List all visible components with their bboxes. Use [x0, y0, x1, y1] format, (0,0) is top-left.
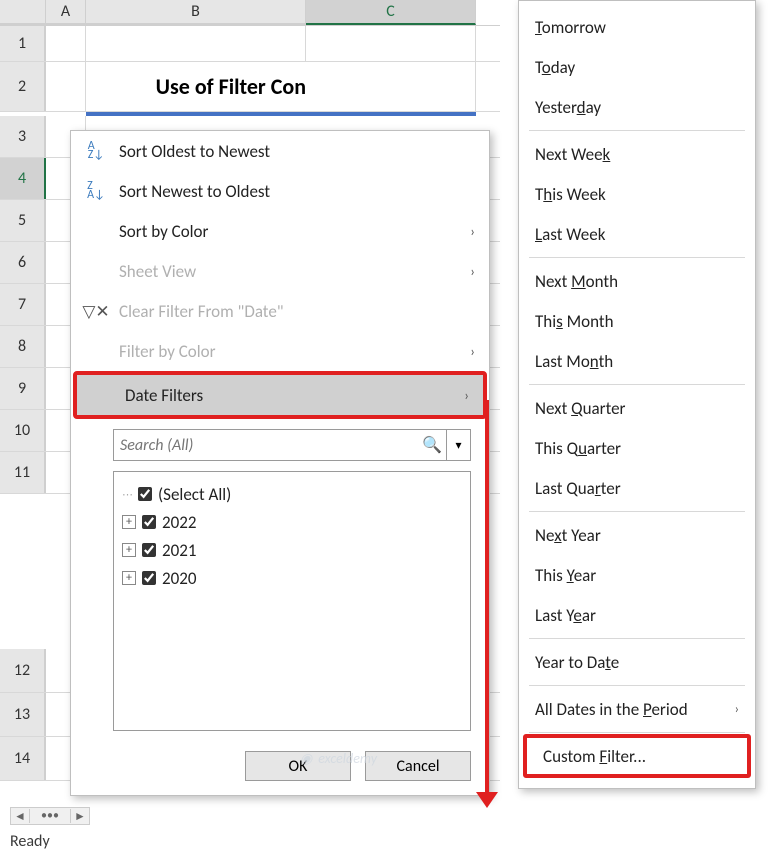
row-header-8[interactable]: 8	[0, 326, 46, 367]
checkbox-2022[interactable]	[142, 515, 156, 529]
row-header-7[interactable]: 7	[0, 284, 46, 325]
page-title: Use of Filter Con	[86, 62, 306, 111]
column-header-b[interactable]: B	[86, 0, 306, 25]
filter-this-quarter[interactable]: This Quarter	[519, 428, 755, 468]
filter-last-month[interactable]: Last Month	[519, 341, 755, 381]
sort-desc-icon: ZA↓	[85, 182, 107, 200]
annotation-arrow	[485, 400, 489, 798]
filter-today[interactable]: Today	[519, 47, 755, 87]
row-header-3[interactable]: 3	[0, 116, 46, 157]
funnel-clear-icon: ▽✕	[85, 301, 107, 322]
filter-this-month[interactable]: This Month	[519, 301, 755, 341]
filter-year-to-date[interactable]: Year to Date	[519, 642, 755, 682]
filter-next-week[interactable]: Next Week	[519, 134, 755, 174]
search-input[interactable]	[114, 436, 418, 455]
row-header-12[interactable]: 12	[0, 649, 46, 692]
checkbox-2021[interactable]	[142, 543, 156, 557]
row-header-10[interactable]: 10	[0, 410, 46, 451]
row-header-2[interactable]: 2	[0, 62, 46, 111]
filter-tomorrow[interactable]: Tomorrow	[519, 7, 755, 47]
filter-search[interactable]: 🔍 ▾	[113, 429, 471, 461]
expand-icon[interactable]: +	[122, 543, 136, 557]
search-icon: 🔍	[418, 435, 446, 455]
filter-last-week[interactable]: Last Week	[519, 214, 755, 254]
sort-by-color[interactable]: Sort by Color ›	[71, 211, 489, 251]
expand-icon[interactable]: +	[122, 571, 136, 585]
status-ready: Ready	[10, 832, 50, 851]
sheet-view: Sheet View ›	[71, 251, 489, 291]
filter-next-month[interactable]: Next Month	[519, 261, 755, 301]
row-header-6[interactable]: 6	[0, 242, 46, 283]
checkbox-select-all[interactable]	[138, 487, 152, 501]
filter-next-year[interactable]: Next Year	[519, 515, 755, 555]
sort-newest-oldest[interactable]: ZA↓ Sort Newest to Oldest	[71, 171, 489, 211]
sort-oldest-newest[interactable]: AZ↓ Sort Oldest to Newest	[71, 131, 489, 171]
filter-next-quarter[interactable]: Next Quarter	[519, 388, 755, 428]
clear-filter: ▽✕ Clear Filter From "Date"	[71, 291, 489, 331]
column-header-a[interactable]: A	[46, 0, 86, 25]
column-header-c[interactable]: C	[306, 0, 476, 25]
annotation-arrowhead	[476, 792, 498, 808]
tree-year-2020[interactable]: +2020	[122, 564, 462, 592]
tree-year-2022[interactable]: +2022	[122, 508, 462, 536]
date-filters-submenu: Tomorrow Today Yesterday Next Week This …	[518, 0, 756, 789]
row-header-14[interactable]: 14	[0, 737, 46, 780]
checkbox-2020[interactable]	[142, 571, 156, 585]
filter-all-dates-period[interactable]: All Dates in the Period›	[519, 689, 755, 729]
expand-icon[interactable]: +	[122, 515, 136, 529]
filter-last-year[interactable]: Last Year	[519, 595, 755, 635]
chevron-right-icon: ›	[464, 387, 469, 404]
row-header-11[interactable]: 11	[0, 452, 46, 493]
chevron-right-icon: ›	[735, 702, 739, 717]
chevron-right-icon: ›	[470, 223, 475, 240]
watermark: ◉ exceldemy	[300, 750, 377, 767]
filter-this-week[interactable]: This Week	[519, 174, 755, 214]
row-header-9[interactable]: 9	[0, 368, 46, 409]
row-header-13[interactable]: 13	[0, 693, 46, 736]
row-header-4[interactable]: 4	[0, 158, 46, 199]
sort-asc-icon: AZ↓	[85, 142, 107, 160]
filter-values-tree[interactable]: ⋯(Select All) +2022 +2021 +2020	[113, 471, 471, 731]
filter-last-quarter[interactable]: Last Quarter	[519, 468, 755, 508]
row-header-1[interactable]: 1	[0, 26, 46, 61]
search-dropdown-icon[interactable]: ▾	[446, 430, 470, 460]
filter-yesterday[interactable]: Yesterday	[519, 87, 755, 127]
filter-this-year[interactable]: This Year	[519, 555, 755, 595]
cancel-button[interactable]: Cancel	[365, 751, 471, 781]
tree-select-all[interactable]: ⋯(Select All)	[122, 480, 462, 508]
date-filters[interactable]: Date Filters ›	[77, 375, 483, 415]
filter-custom[interactable]: Custom Filter...	[523, 734, 751, 778]
filter-by-color: Filter by Color ›	[71, 331, 489, 371]
row-header-5[interactable]: 5	[0, 200, 46, 241]
select-all-corner[interactable]	[0, 0, 46, 25]
tree-year-2021[interactable]: +2021	[122, 536, 462, 564]
filter-dropdown: AZ↓ Sort Oldest to Newest ZA↓ Sort Newes…	[70, 130, 490, 796]
sheet-scroll-buttons[interactable]: ◄•••►	[10, 807, 90, 825]
